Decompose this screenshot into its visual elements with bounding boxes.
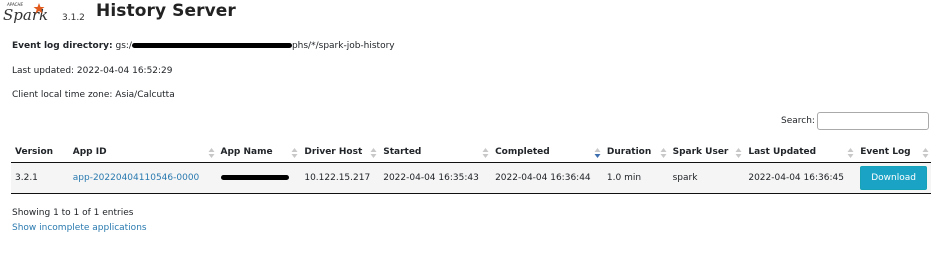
column-label: App Name [220, 147, 273, 157]
cell-started: 2022-04-04 16:35:43 [379, 162, 492, 194]
column-label: Driver Host [304, 147, 363, 157]
cell-duration: 1.0 min [602, 162, 669, 194]
sort-both-icon [922, 147, 929, 159]
show-incomplete-link[interactable]: Show incomplete applications [12, 223, 147, 233]
column-label: Last Updated [748, 147, 817, 157]
column-header-last-updated[interactable]: Last Updated [744, 142, 857, 163]
event-log-directory: Event log directory: gs:/ phs/*/spark-job… [12, 41, 395, 51]
sort-both-icon [208, 147, 215, 159]
spark-logo[interactable]: APACHE Spark [2, 0, 62, 26]
column-header-duration[interactable]: Duration [602, 142, 669, 163]
column-label: Started [383, 147, 422, 157]
cell-last-updated: 2022-04-04 16:36:45 [744, 162, 857, 194]
time-zone-text: Client local time zone: Asia/Calcutta [12, 90, 175, 100]
column-header-version[interactable]: Version [11, 142, 69, 163]
column-header-event-log[interactable]: Event Log [856, 142, 931, 163]
column-header-app-name[interactable]: App Name [216, 142, 301, 163]
column-header-completed[interactable]: Completed [491, 142, 603, 163]
cell-driver-host: 10.122.15.217 [300, 162, 380, 194]
search-input[interactable] [817, 112, 929, 130]
cell-version: 3.2.1 [11, 162, 69, 194]
table-header-row: Version App ID App Name Driver Host Star… [11, 142, 931, 163]
download-button[interactable]: Download [860, 166, 927, 190]
sort-both-icon [291, 147, 298, 159]
cell-completed: 2022-04-04 16:36:44 [491, 162, 603, 194]
redacted-app-name [220, 175, 289, 180]
sort-both-icon [482, 147, 489, 159]
cell-event-log: Download [856, 162, 931, 194]
cell-app-name [216, 162, 301, 194]
redacted-path [131, 43, 292, 48]
sort-both-icon [735, 147, 742, 159]
column-label: Version [15, 147, 54, 157]
column-header-app-id[interactable]: App ID [68, 142, 217, 163]
table-row: 3.2.1 app-20220404110546-0000 10.122.15.… [11, 162, 931, 194]
page-header: APACHE Spark 3.1.2 History Server [0, 0, 936, 30]
column-header-driver-host[interactable]: Driver Host [300, 142, 380, 163]
event-log-prefix: gs:/ [115, 41, 132, 51]
column-label: Duration [606, 147, 652, 157]
last-updated-text: Last updated: 2022-04-04 16:52:29 [12, 66, 173, 76]
column-label: App ID [72, 147, 107, 157]
column-label: Spark User [672, 147, 729, 157]
column-label: Completed [495, 147, 550, 157]
cell-spark-user: spark [668, 162, 745, 194]
column-header-started[interactable]: Started [379, 142, 492, 163]
app-id-link[interactable]: app-20220404110546-0000 [73, 173, 200, 183]
page-title: History Server [96, 1, 236, 21]
sort-both-icon [847, 147, 854, 159]
applications-table: Version App ID App Name Driver Host Star… [11, 142, 931, 194]
column-header-spark-user[interactable]: Spark User [668, 142, 745, 163]
spark-version: 3.1.2 [62, 13, 85, 23]
sort-both-icon [370, 147, 377, 159]
event-log-label: Event log directory: [12, 41, 113, 51]
table-info-text: Showing 1 to 1 of 1 entries [12, 208, 134, 218]
column-label: Event Log [860, 147, 911, 157]
sort-descending-icon [594, 147, 601, 159]
search-label: Search: [781, 116, 815, 126]
cell-app-id: app-20220404110546-0000 [68, 162, 217, 194]
sort-both-icon [660, 147, 667, 159]
event-log-suffix: phs/*/spark-job-history [291, 41, 395, 51]
